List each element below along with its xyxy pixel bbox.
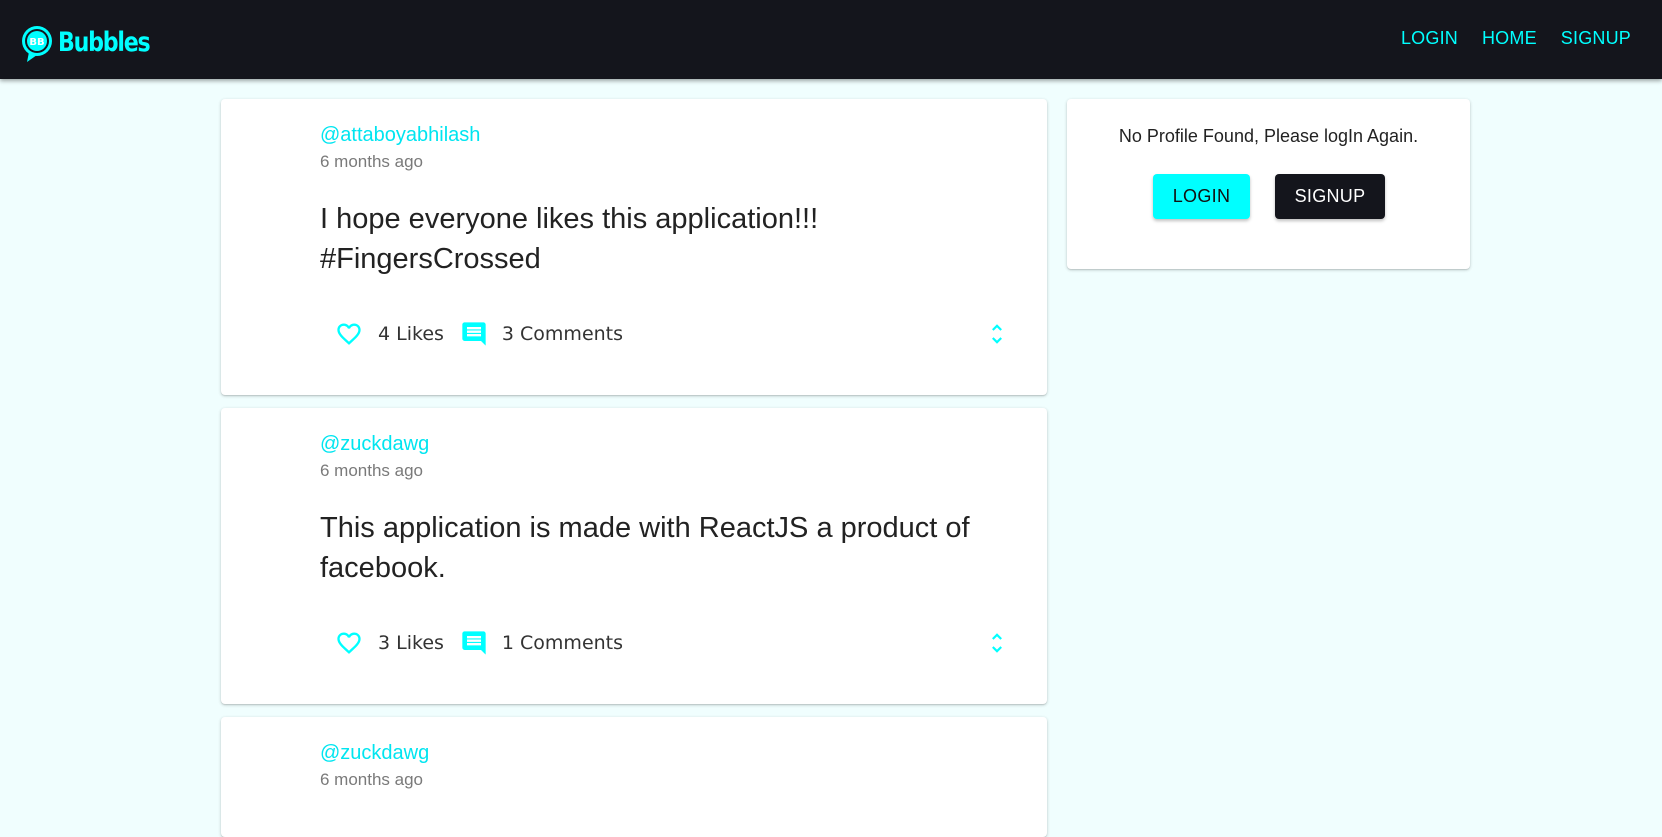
nav-login-link[interactable]: LOGIN xyxy=(1401,28,1458,49)
comment-icon xyxy=(462,322,486,346)
post-username[interactable]: @zuckdawg xyxy=(320,742,429,765)
brand-logo[interactable]: BB Bubbles xyxy=(20,22,170,62)
like-button[interactable] xyxy=(334,629,364,657)
no-profile-message: No Profile Found, Please logIn Again. xyxy=(1118,126,1419,146)
post-body: I hope everyone likes this application!!… xyxy=(320,203,819,275)
profile-card: No Profile Found, Please logIn Again. LO… xyxy=(1067,99,1470,269)
unfold-more-icon xyxy=(992,633,1002,653)
heart-outline-icon xyxy=(337,632,361,654)
post-username[interactable]: @attaboyabhilash xyxy=(320,124,480,147)
post-card: @zuckdawg 6 months ago This application … xyxy=(221,408,1047,704)
post-username[interactable]: @zuckdawg xyxy=(320,433,429,456)
post-actions: 3 Likes 1 Comments xyxy=(334,626,639,660)
navbar: BB Bubbles LOGIN HOME SIGNUP xyxy=(0,0,1662,79)
comment-button[interactable] xyxy=(460,320,488,348)
nav-signup-link[interactable]: SIGNUP xyxy=(1561,28,1631,49)
post-card: @zuckdawg 6 months ago xyxy=(221,717,1047,837)
heart-outline-icon xyxy=(337,323,361,345)
comment-button[interactable] xyxy=(460,629,488,657)
likes-count: 4 Likes xyxy=(378,323,444,345)
post-card: @attaboyabhilash 6 months ago I hope eve… xyxy=(221,99,1047,395)
post-body: This application is made with ReactJS a … xyxy=(320,512,970,584)
post-actions: 4 Likes 3 Comments xyxy=(334,317,639,351)
comments-count: 3 Comments xyxy=(501,323,624,345)
signup-button[interactable]: SIGNUP xyxy=(1275,174,1385,219)
like-button[interactable] xyxy=(334,320,364,348)
post-timestamp: 6 months ago xyxy=(320,152,424,171)
comments-count: 1 Comments xyxy=(501,632,624,654)
expand-button[interactable] xyxy=(981,317,1013,351)
post-timestamp: 6 months ago xyxy=(320,770,424,789)
likes-count: 3 Likes xyxy=(378,632,444,654)
brand-name: Bubbles xyxy=(58,26,151,58)
comment-icon xyxy=(462,631,486,655)
expand-button[interactable] xyxy=(981,626,1013,660)
nav-home-link[interactable]: HOME xyxy=(1482,28,1537,49)
unfold-more-icon xyxy=(992,324,1002,344)
post-timestamp: 6 months ago xyxy=(320,461,424,480)
login-button[interactable]: LOGIN xyxy=(1153,174,1250,219)
svg-text:BB: BB xyxy=(29,37,44,48)
nav-links: LOGIN HOME SIGNUP xyxy=(1377,28,1631,49)
bubble-logo-icon: BB xyxy=(20,24,56,62)
